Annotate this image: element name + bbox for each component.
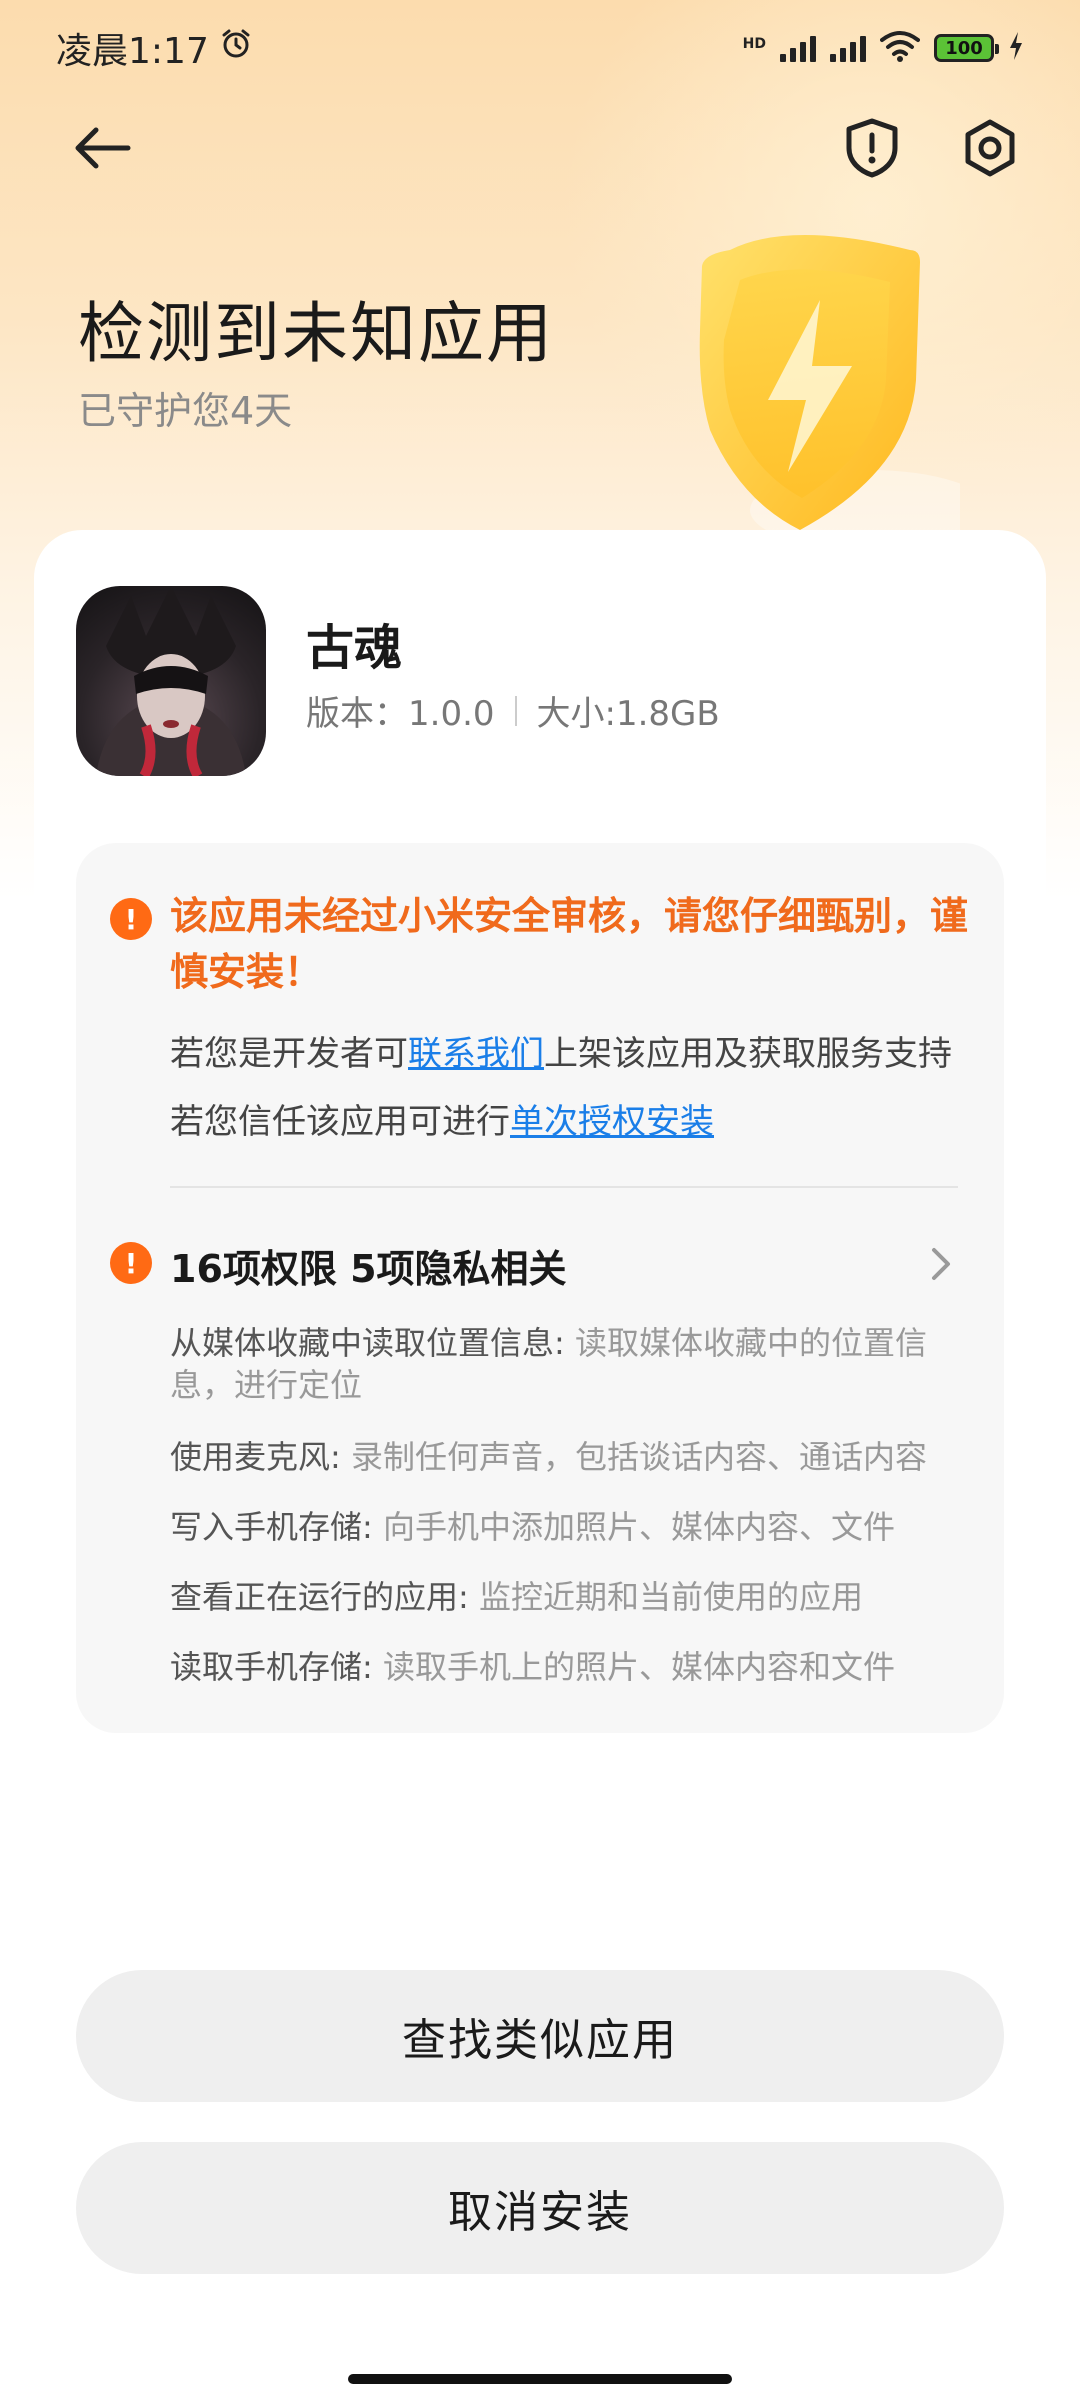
wifi-icon [880, 30, 920, 66]
permission-item: 从媒体收藏中读取位置信息: 读取媒体收藏中的位置信息，进行定位 [170, 1322, 930, 1406]
settings-icon [961, 119, 1019, 181]
permission-item: 写入手机存储: 向手机中添加照片、媒体内容、文件 [170, 1506, 930, 1548]
status-time: 凌晨1:17 [56, 31, 209, 72]
security-warning: 该应用未经过小米安全审核，请您仔细甄别，谨慎安装！ [170, 894, 969, 994]
panel-divider [170, 1186, 958, 1188]
permissions-summary[interactable]: 16项权限 5项隐私相关 [170, 1238, 567, 1293]
back-arrow-icon [72, 126, 132, 174]
protection-days: 已守护您4天 [78, 389, 293, 433]
permission-desc: 向手机中添加照片、媒体内容、文件 [382, 1508, 895, 1546]
permission-name: 使用麦克风: [170, 1438, 341, 1476]
home-indicator[interactable] [348, 2374, 732, 2384]
permission-name: 查看正在运行的应用: [170, 1578, 469, 1616]
developer-suffix: 上架该应用及获取服务支持 [544, 1034, 952, 1074]
page-title: 检测到未知应用 [78, 295, 554, 372]
charging-icon [1008, 32, 1024, 64]
signal-2-icon [830, 34, 866, 62]
status-bar: 凌晨1:17 HD 100 [0, 0, 1080, 96]
contact-us-link[interactable]: 联系我们 [408, 1034, 544, 1074]
signal-1-icon [780, 34, 816, 62]
app-meta: 版本：1.0.0 大小:1.8GB [306, 686, 720, 735]
cancel-install-button[interactable]: 取消安装 [76, 2142, 1004, 2274]
permission-name: 读取手机存储: [170, 1648, 373, 1686]
info-icon: ! [110, 1242, 152, 1284]
permission-desc: 监控近期和当前使用的应用 [478, 1578, 863, 1616]
status-indicators: HD 100 [743, 30, 1024, 66]
top-action-bar [0, 110, 1080, 200]
hd-label: HD [742, 36, 766, 52]
info-icon: ! [110, 898, 152, 940]
developer-contact-line: 若您是开发者可联系我们上架该应用及获取服务支持 [170, 1026, 952, 1075]
trust-prefix: 若您信任该应用可进行 [170, 1102, 510, 1142]
back-button[interactable] [62, 110, 142, 190]
permission-desc: 读取手机上的照片、媒体内容和文件 [382, 1648, 895, 1686]
find-similar-apps-button[interactable]: 查找类似应用 [76, 1970, 1004, 2102]
security-report-button[interactable] [832, 110, 912, 190]
single-install-link[interactable]: 单次授权安装 [510, 1102, 714, 1142]
permission-name: 从媒体收藏中读取位置信息: [170, 1324, 565, 1362]
app-version: 版本：1.0.0 [306, 694, 495, 734]
alarm-icon [219, 27, 253, 70]
app-size: 大小:1.8GB [536, 694, 720, 734]
shield-bolt-illustration [699, 235, 960, 550]
status-time-group: 凌晨1:17 [56, 22, 253, 74]
developer-prefix: 若您是开发者可 [170, 1034, 408, 1074]
battery-icon: 100 [934, 34, 999, 62]
settings-button[interactable] [950, 110, 1030, 190]
single-install-line: 若您信任该应用可进行单次授权安装 [170, 1094, 714, 1143]
permission-item: 读取手机存储: 读取手机上的照片、媒体内容和文件 [170, 1646, 930, 1688]
permission-name: 写入手机存储: [170, 1508, 373, 1546]
meta-divider [514, 695, 517, 726]
permission-desc: 录制任何声音，包括谈话内容、通话内容 [350, 1438, 927, 1476]
app-icon [76, 586, 266, 776]
permission-item: 使用麦克风: 录制任何声音，包括谈话内容、通话内容 [170, 1436, 930, 1478]
chevron-right-icon[interactable] [920, 1244, 960, 1284]
shield-alert-icon [845, 118, 899, 182]
permission-item: 查看正在运行的应用: 监控近期和当前使用的应用 [170, 1576, 930, 1618]
app-name: 古魂 [306, 620, 403, 676]
